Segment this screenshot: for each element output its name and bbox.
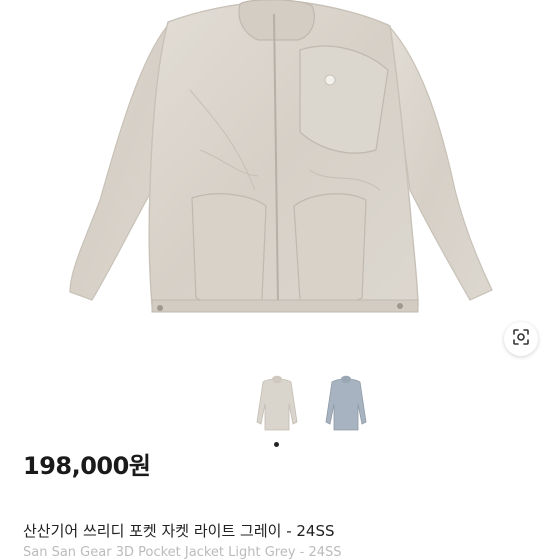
thumbnail-light-grey[interactable] xyxy=(249,374,305,436)
thumbnail-blue-grey[interactable] xyxy=(318,374,374,436)
product-subtitle: San San Gear 3D Pocket Jacket Light Grey… xyxy=(23,545,342,560)
thumbnail-strip xyxy=(0,372,554,444)
image-search-button[interactable] xyxy=(504,322,538,356)
image-search-icon xyxy=(511,327,531,351)
product-main-image[interactable] xyxy=(0,0,554,372)
jacket-illustration xyxy=(69,0,493,313)
product-title: 산산기어 쓰리디 포켓 자켓 라이트 그레이 - 24SS xyxy=(23,522,335,540)
gallery-page-indicator xyxy=(274,442,279,447)
product-price: 198,000원 xyxy=(23,452,151,480)
